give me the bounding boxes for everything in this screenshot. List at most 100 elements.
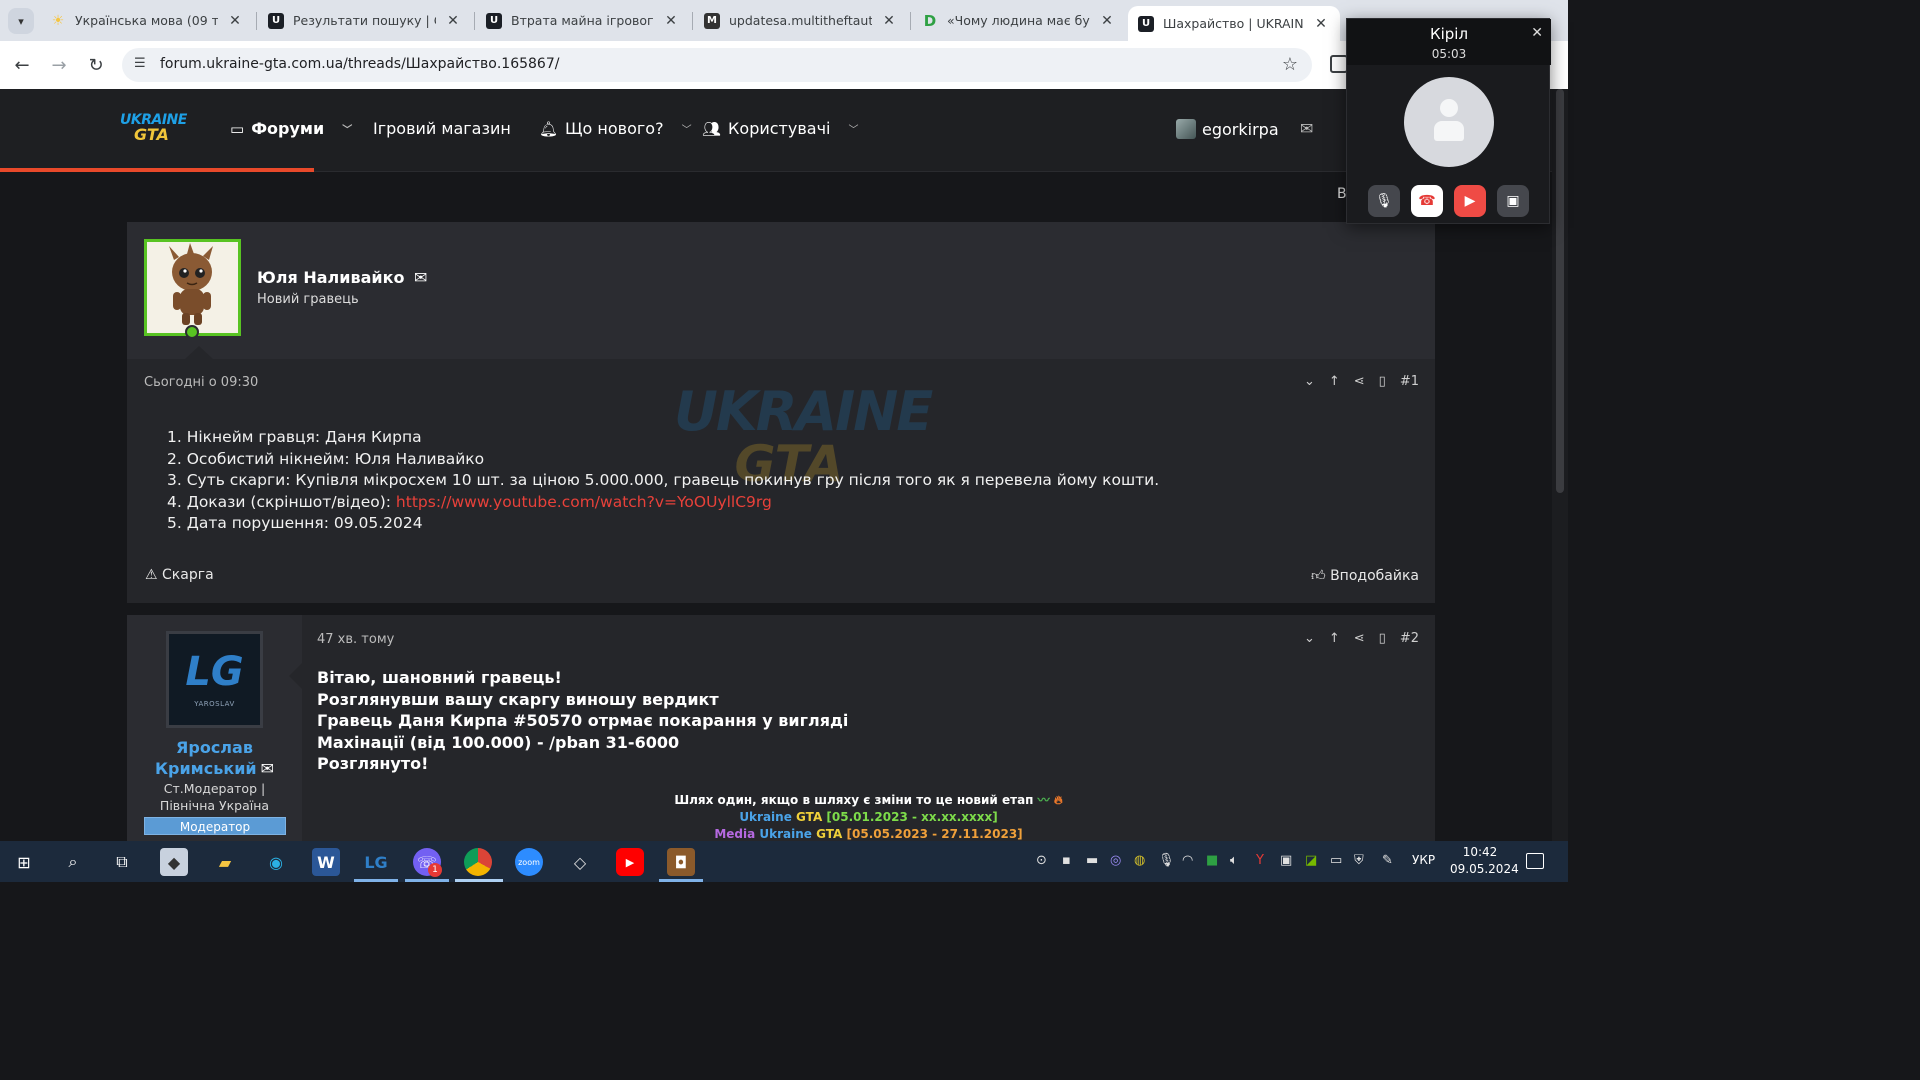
bookmark-star-icon[interactable]: ☆: [1282, 54, 1298, 75]
tab-3[interactable]: U Втрата майна ігрового об ✕: [476, 4, 690, 37]
close-tab-icon[interactable]: ✕: [1098, 13, 1116, 29]
page-scrollbar[interactable]: [1552, 89, 1568, 841]
close-tab-icon[interactable]: ✕: [226, 13, 244, 29]
envelope-icon[interactable]: ✉: [1300, 119, 1313, 138]
report-button[interactable]: ⚠ Скарга: [145, 567, 214, 583]
bookmark-icon[interactable]: ▯: [1379, 631, 1386, 646]
zoom-icon[interactable]: zoom: [515, 848, 543, 876]
post-author[interactable]: Юля Наливайко ✉: [257, 268, 427, 287]
youtube-icon[interactable]: ▶: [616, 848, 644, 876]
post-actions: ⌄ ↑ ⋖ ▯ #2: [1304, 631, 1419, 646]
pen-icon[interactable]: ✎: [1382, 853, 1393, 868]
tray-app-icon[interactable]: ▬: [1086, 853, 1098, 868]
roblox-icon[interactable]: ◇: [566, 848, 594, 876]
app-icon[interactable]: ◆: [160, 848, 188, 876]
windows-start-icon[interactable]: ⊞: [10, 848, 38, 876]
bookmark-icon[interactable]: ▯: [1379, 374, 1386, 389]
back-arrow-icon[interactable]: ←: [10, 53, 34, 77]
reaction-dropdown-icon[interactable]: ⌄: [1304, 631, 1315, 646]
tab-4[interactable]: M updatesa.multitheftauto.co ✕: [694, 4, 908, 37]
video-off-icon[interactable]: ▶: [1454, 185, 1486, 217]
yandex-icon[interactable]: Y: [1256, 853, 1264, 868]
account-menu[interactable]: egorkirpa: [1176, 119, 1279, 139]
post-number[interactable]: #1: [1400, 374, 1419, 389]
share-icon[interactable]: ⋖: [1354, 631, 1365, 646]
tray-viber-icon[interactable]: ◎: [1110, 853, 1121, 868]
tab-1[interactable]: ☀ Українська мова (09 трав ✕: [40, 4, 254, 37]
post-date[interactable]: Сьогодні о 09:30: [144, 375, 258, 390]
tray-steam-icon[interactable]: ⊙: [1036, 853, 1047, 868]
tray-app-icon[interactable]: ◍: [1134, 853, 1145, 868]
arrow-up-icon[interactable]: ↑: [1329, 374, 1340, 389]
tab-6-active[interactable]: U Шахрайство | UKRAINE GT ✕: [1128, 6, 1340, 41]
clock[interactable]: 10:42 09.05.2024: [1450, 844, 1519, 878]
nav-users[interactable]: 👥︎ Користувачі ﹀: [702, 119, 858, 138]
thumbs-up-icon: 👍︎: [1310, 568, 1326, 584]
evidence-link[interactable]: https://www.youtube.com/watch?v=YoOUyllC…: [396, 493, 772, 511]
warning-icon: ⚠: [145, 567, 158, 583]
hang-up-icon[interactable]: ☎: [1411, 185, 1443, 217]
url-text[interactable]: forum.ukraine-gta.com.ua/threads/Шахрайс…: [160, 56, 559, 72]
tray-app-icon[interactable]: ■: [1206, 853, 1218, 868]
site-settings-icon[interactable]: ☰: [134, 56, 146, 71]
nav-forums[interactable]: ▭ Форуми ﹀: [230, 119, 352, 138]
bell-icon: 🔔︎: [539, 119, 559, 138]
reaction-dropdown-icon[interactable]: ⌄: [1304, 374, 1315, 389]
share-icon[interactable]: ⋖: [1354, 374, 1365, 389]
word-icon[interactable]: W: [312, 848, 340, 876]
envelope-icon[interactable]: ✉: [261, 759, 274, 778]
users-icon: 👥︎: [702, 119, 722, 138]
sun-icon: ☀: [51, 12, 65, 29]
avatar[interactable]: [144, 239, 241, 336]
language-indicator[interactable]: УКР: [1412, 853, 1435, 867]
speech-pointer: [289, 663, 302, 689]
post-author[interactable]: Ярослав Кримський ✉: [137, 737, 292, 779]
ukraine-gta-favicon-icon: U: [268, 12, 284, 29]
search-icon[interactable]: ⌕: [59, 848, 87, 876]
task-view-icon[interactable]: ⧉: [108, 848, 136, 876]
user-title: Новий гравець: [257, 292, 359, 307]
envelope-icon[interactable]: ✉: [414, 268, 427, 287]
close-tab-icon[interactable]: ✕: [1312, 16, 1330, 32]
tray-app-icon[interactable]: ▣: [1280, 853, 1292, 868]
file-explorer-icon[interactable]: ▰: [211, 848, 239, 876]
chevron-down-icon[interactable]: ﹀: [342, 121, 352, 136]
battery-icon[interactable]: ▭: [1330, 853, 1342, 868]
signature: Шлях один, якщо в шляху є зміни то це но…: [674, 793, 1063, 841]
nvidia-icon[interactable]: ◪: [1305, 853, 1317, 868]
microphone-icon[interactable]: 🎙︎: [1368, 185, 1400, 217]
launcher-icon[interactable]: LG: [362, 848, 390, 876]
notifications-icon[interactable]: [1526, 853, 1544, 869]
scrollbar-thumb[interactable]: [1556, 89, 1564, 493]
nav-whats-new[interactable]: 🔔︎ Що нового? ﹀: [539, 119, 692, 138]
avatar[interactable]: LG YAROSLAV: [166, 631, 263, 728]
tab-2[interactable]: U Результати пошуку | Стор ✕: [258, 4, 472, 37]
user-title: Ст.Модератор | Північна Україна: [159, 781, 270, 813]
wifi-icon[interactable]: ◠: [1182, 853, 1193, 868]
reload-icon[interactable]: ↻: [84, 53, 108, 77]
post-number[interactable]: #2: [1400, 631, 1419, 646]
chevron-down-icon[interactable]: ﹀: [682, 121, 692, 136]
post-date[interactable]: 47 хв. тому: [317, 632, 394, 647]
forward-arrow-icon[interactable]: →: [47, 53, 71, 77]
address-bar[interactable]: ☰ forum.ukraine-gta.com.ua/threads/Шахра…: [122, 48, 1312, 82]
volume-icon[interactable]: 🔈︎: [1230, 853, 1238, 868]
nav-store[interactable]: Ігровий магазин: [373, 119, 511, 138]
site-logo[interactable]: UKRAINE GTA: [120, 113, 187, 149]
like-button[interactable]: 👍︎ Вподобайка: [1311, 567, 1419, 584]
close-tab-icon[interactable]: ✕: [444, 13, 462, 29]
chevron-down-icon[interactable]: ﹀: [848, 121, 858, 136]
edge-icon[interactable]: ◉: [262, 848, 290, 876]
close-tab-icon[interactable]: ✕: [662, 13, 680, 29]
tab-5[interactable]: D «Чому людина має бути ч ✕: [912, 4, 1126, 37]
screen-share-icon[interactable]: ▣: [1497, 185, 1529, 217]
close-tab-icon[interactable]: ✕: [880, 13, 898, 29]
tray-app-icon[interactable]: ▪: [1062, 853, 1071, 868]
close-icon[interactable]: ✕: [1531, 25, 1543, 41]
chrome-icon[interactable]: [464, 848, 492, 876]
microphone-icon[interactable]: 🎙︎: [1158, 853, 1175, 868]
game-icon[interactable]: ◘: [667, 848, 695, 876]
tab-search-chevron-icon[interactable]: ▾: [8, 8, 34, 34]
shield-icon[interactable]: ⛨: [1354, 853, 1364, 868]
arrow-up-icon[interactable]: ↑: [1329, 631, 1340, 646]
